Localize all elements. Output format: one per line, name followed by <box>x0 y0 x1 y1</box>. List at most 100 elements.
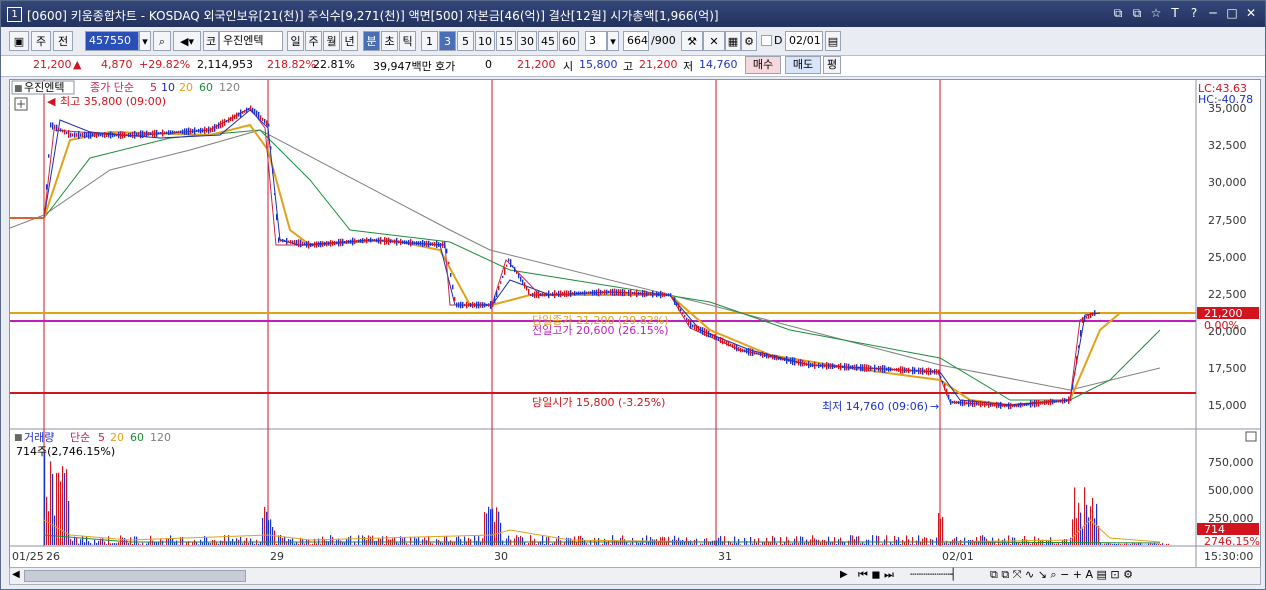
text-size-icon[interactable]: T <box>1167 5 1183 21</box>
period-minute[interactable]: 분 <box>363 31 380 51</box>
minimize-button[interactable]: ─ <box>1205 5 1221 21</box>
buy-button[interactable]: 매수 <box>745 56 781 74</box>
volume-bar <box>492 508 494 545</box>
average-button[interactable]: 평 <box>823 56 841 74</box>
price-candle <box>70 132 72 138</box>
price-candle <box>96 132 98 138</box>
price-candle <box>114 133 116 137</box>
turnover-ratio: 22.81% <box>313 58 355 71</box>
scroll-left-icon[interactable]: ◀ <box>12 569 20 580</box>
period-day[interactable]: 일 <box>287 31 304 51</box>
close-button[interactable]: ✕ <box>1243 5 1259 21</box>
settings-gear-icon[interactable]: ⚙ <box>741 31 757 51</box>
period-tick[interactable]: 틱 <box>399 31 416 51</box>
code-dropdown-icon[interactable]: ▾ <box>139 31 151 51</box>
crosshair-icon[interactable]: ✕ <box>703 31 725 51</box>
price-candle <box>984 401 986 408</box>
link-window-icon[interactable]: ⧉ <box>1110 5 1126 21</box>
volume-bar <box>616 540 618 545</box>
interval-10[interactable]: 10 <box>475 31 495 51</box>
volume-bar <box>424 537 426 545</box>
volume-bar <box>958 543 960 545</box>
volume-bar <box>610 544 612 545</box>
price-candle <box>416 241 418 246</box>
period-second[interactable]: 초 <box>381 31 398 51</box>
price-candle <box>632 291 634 295</box>
scroll-right-icon[interactable]: ▶ <box>840 569 848 580</box>
market-select[interactable]: 코 <box>203 31 219 51</box>
volume-bar <box>858 536 860 545</box>
interval-60[interactable]: 60 <box>559 31 579 51</box>
interval-3[interactable]: 3 <box>439 31 456 51</box>
interval-45[interactable]: 45 <box>538 31 558 51</box>
search-icon[interactable]: ⌕ <box>153 31 171 51</box>
price-candle <box>410 238 412 247</box>
volume-bar <box>564 542 566 545</box>
price-candle <box>280 238 282 242</box>
price-candle <box>124 132 126 138</box>
period-year[interactable]: 년 <box>341 31 358 51</box>
stock-name-field[interactable]: 우진엔텍 <box>219 31 283 51</box>
price-candle <box>620 289 622 296</box>
price-candle <box>480 302 482 308</box>
interval-30[interactable]: 30 <box>517 31 537 51</box>
indicator-add-icon[interactable]: ⚒ <box>681 31 703 51</box>
period-month[interactable]: 월 <box>323 31 340 51</box>
date-input[interactable]: 02/01 <box>785 31 823 51</box>
drawing-tools[interactable]: ⧉ ⧉ ⤧ ∿ ↘ ⌕ − + A ▤ ⊡ ⚙ <box>990 568 1133 582</box>
price-candle <box>254 108 256 115</box>
chart-area[interactable]: 우진엔텍 ■ 종가 단순 5 10 20 60 120 ◀ 최고 35,800 … <box>9 79 1261 569</box>
zoom-slider[interactable]: ┄┄┄┄┄┄┤ <box>910 568 956 581</box>
price-candle <box>420 241 422 246</box>
stock-code-input[interactable]: 457550 <box>85 31 139 51</box>
copy-window-icon[interactable]: ⧉ <box>1129 5 1145 21</box>
count-input[interactable]: 664 <box>623 31 649 51</box>
interval-1[interactable]: 1 <box>421 31 438 51</box>
period-prev-select[interactable]: 전 <box>53 31 73 51</box>
chart-scrollbar[interactable]: ◀ ▶ ⏮ ◼ ⏭ ┄┄┄┄┄┄┤ ⧉ ⧉ ⤧ ∿ ↘ ⌕ − + A ▤ ⊡ … <box>9 567 1261 585</box>
price-candle <box>552 292 554 297</box>
interval-5[interactable]: 5 <box>457 31 474 51</box>
price-candle <box>348 240 350 244</box>
volume-bar <box>432 543 434 545</box>
price-candle <box>856 364 858 371</box>
calendar-icon[interactable]: ▤ <box>825 31 841 51</box>
price-candle <box>634 291 636 296</box>
price-candle <box>224 118 226 126</box>
volume-bar <box>880 544 882 545</box>
price-candle <box>500 281 502 284</box>
playback-controls[interactable]: ⏮ ◼ ⏭ <box>858 568 894 582</box>
interval-dropdown-icon[interactable]: ▾ <box>607 31 619 51</box>
scroll-thumb[interactable] <box>24 570 246 582</box>
price-candle <box>568 290 570 297</box>
save-icon[interactable]: ▦ <box>725 31 741 51</box>
volume-bar <box>312 543 314 545</box>
volume-bar <box>848 540 850 545</box>
speaker-icon[interactable]: ◀▾ <box>173 31 201 51</box>
sell-button[interactable]: 매도 <box>785 56 821 74</box>
price-candle <box>702 327 704 335</box>
date-checkbox[interactable] <box>761 35 772 46</box>
close-panel-icon[interactable] <box>1245 431 1257 442</box>
period-type-select[interactable]: 주 <box>31 31 51 51</box>
chart-menu-icon[interactable]: ▣ <box>9 31 29 51</box>
maximize-button[interactable]: □ <box>1224 5 1240 21</box>
interval-15[interactable]: 15 <box>496 31 516 51</box>
help-icon[interactable]: ? <box>1186 5 1202 21</box>
volume-bar <box>1068 543 1070 545</box>
interval-input[interactable]: 3 <box>585 31 607 51</box>
price-candle <box>738 346 740 352</box>
price-candle <box>850 365 852 369</box>
period-week[interactable]: 주 <box>305 31 322 51</box>
volume-bar <box>900 543 902 545</box>
volume-bar <box>82 535 84 545</box>
vol-tag-pct: 2746.15% <box>1204 535 1260 548</box>
volume-bar <box>938 513 940 545</box>
price-candle <box>276 213 278 221</box>
price-candle <box>488 303 490 307</box>
chart-svg[interactable]: 우진엔텍 ■ 종가 단순 5 10 20 60 120 ◀ 최고 35,800 … <box>9 80 1260 568</box>
price-candle <box>704 328 706 336</box>
price-candle <box>370 237 372 243</box>
price-candle <box>92 133 94 137</box>
favorite-icon[interactable]: ☆ <box>1148 5 1164 21</box>
